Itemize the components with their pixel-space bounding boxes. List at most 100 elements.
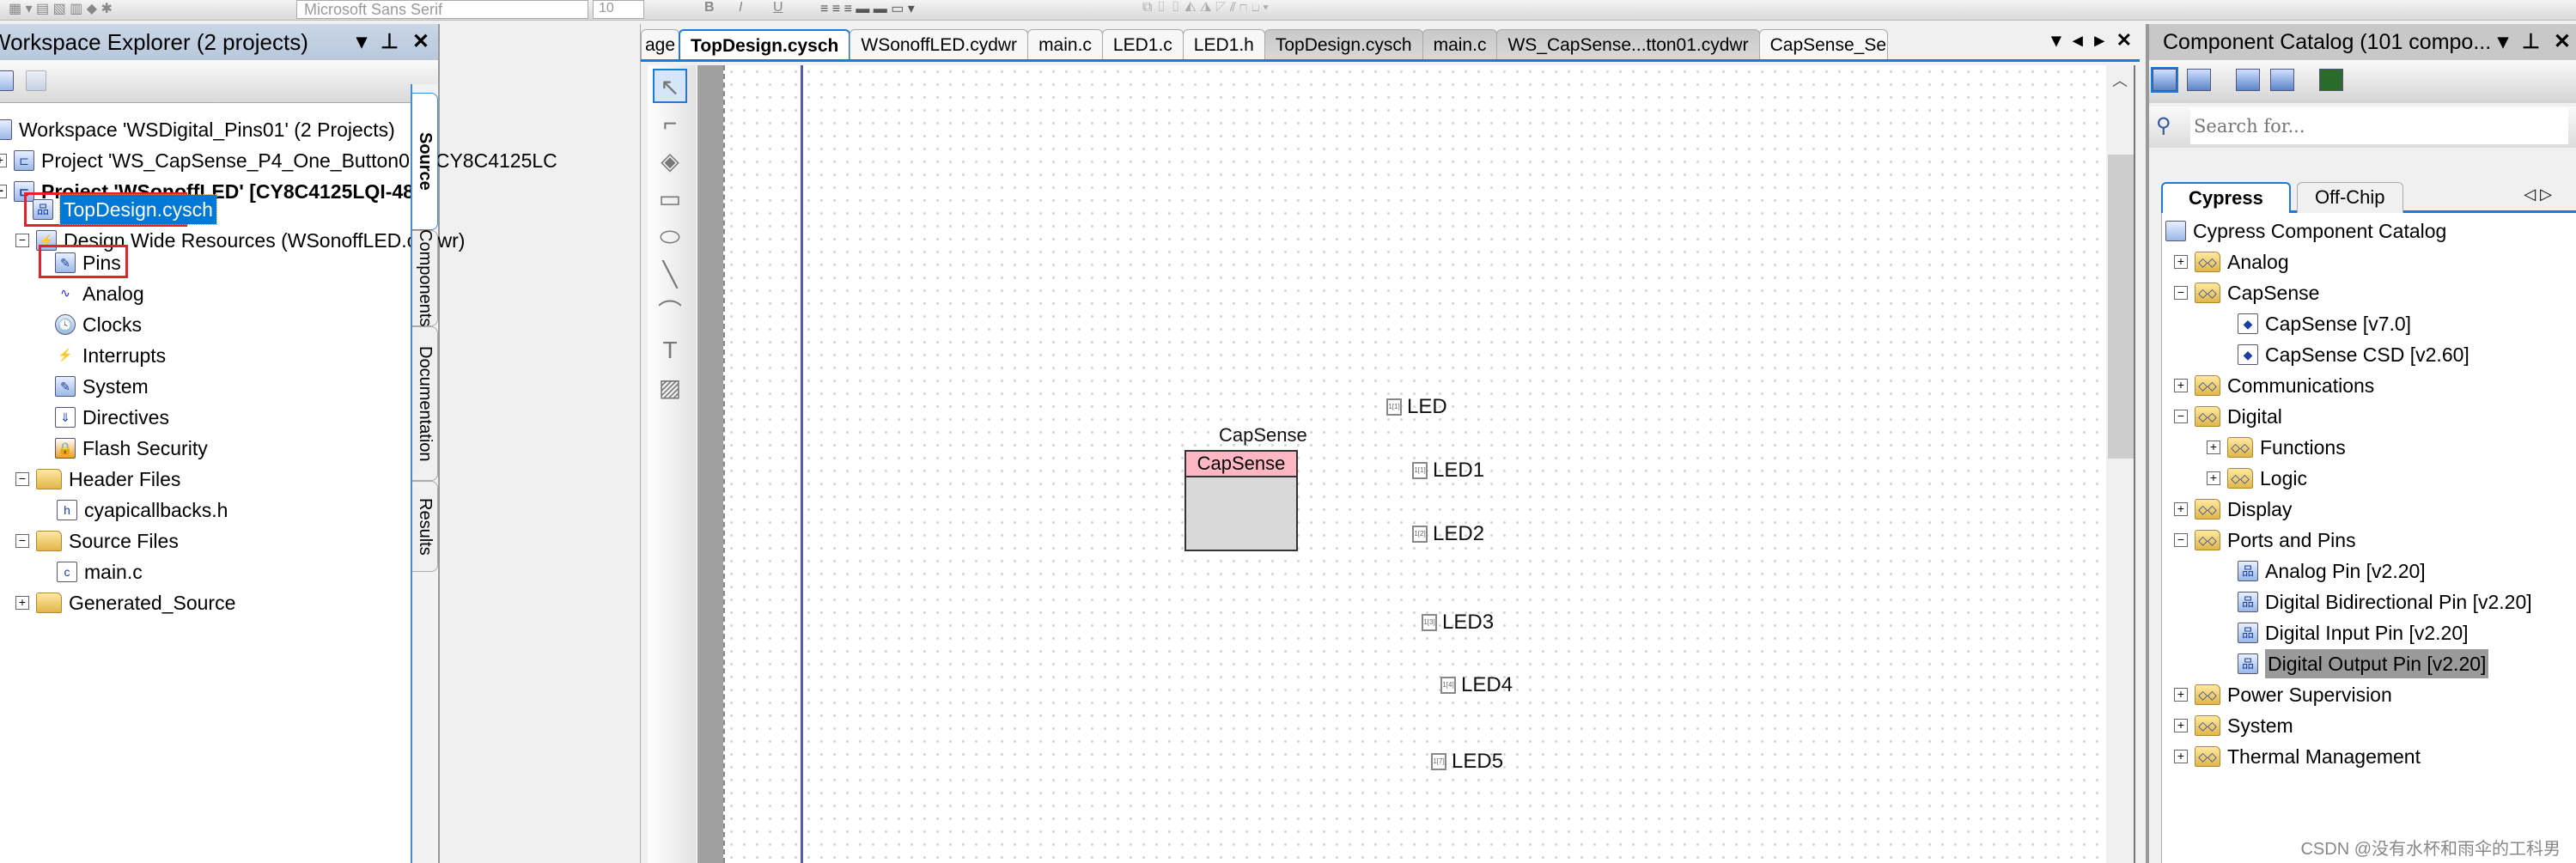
tree-item-power-supervision[interactable]: + ◇◇ Power Supervision — [2174, 680, 2392, 709]
tree-item-capsense[interactable]: − ◇◇ CapSense — [2174, 278, 2319, 307]
tab-topdesign[interactable]: TopDesign.cysch — [679, 29, 851, 59]
schematic-canvas[interactable]: CapSense CapSense 1[1] LED 1[1] LED1 1[2] L… — [723, 65, 2106, 863]
close-icon[interactable]: ✕ — [2554, 24, 2571, 60]
pin-led[interactable]: 1[1] LED — [1386, 395, 1447, 419]
pin-led4[interactable]: 1[4] LED4 — [1440, 673, 1513, 697]
tree-item-pins[interactable]: ✎ Pins — [55, 248, 121, 277]
vertical-scrollbar[interactable]: ︿ — [2106, 65, 2135, 863]
expand-icon[interactable]: + — [2207, 441, 2220, 454]
expand-icon[interactable]: + — [15, 596, 29, 610]
scroll-up-icon[interactable]: ︿ — [2106, 69, 2134, 91]
tree-item-clocks[interactable]: 🕓 Clocks — [55, 310, 142, 339]
collapse-icon[interactable]: − — [2174, 410, 2188, 423]
tree-item-digital[interactable]: − ◇◇ Digital — [2174, 402, 2282, 431]
line-tool-icon[interactable]: ╲ — [653, 258, 687, 292]
font-name-select[interactable]: Microsoft Sans Serif — [296, 0, 588, 19]
arc-tool-icon[interactable]: ⌒ — [653, 295, 687, 330]
tree-item-project[interactable]: +⊏Project 'WS_CapSense_P4_One_Button01' … — [0, 146, 557, 175]
tab-ws-capsense-cydwr[interactable]: WS_CapSense...tton01.cydwr — [1496, 29, 1760, 59]
tree-item-interrupts[interactable]: ⚡ Interrupts — [55, 341, 166, 370]
tab-led1-c[interactable]: LED1.c — [1101, 29, 1184, 59]
font-size-select[interactable]: 10 — [593, 0, 644, 19]
tree-item-flash-security[interactable]: 🔒 Flash Security — [55, 434, 208, 463]
collapse-all-icon[interactable] — [26, 70, 47, 91]
pointer-tool-icon[interactable]: ↖ — [653, 69, 687, 103]
tree-item-capsense-v7[interactable]: ◆ CapSense [v7.0] — [2238, 309, 2411, 338]
tree-item-thermal-management[interactable]: + ◇◇ Thermal Management — [2174, 742, 2421, 771]
expand-all-icon[interactable] — [2235, 69, 2260, 91]
tree-item-communications[interactable]: + ◇◇ Communications — [2174, 371, 2374, 400]
tree-item-logic[interactable]: + ◇◇ Logic — [2207, 464, 2307, 493]
tab-topdesign-2[interactable]: TopDesign.cysch — [1264, 29, 1423, 59]
tree-item-functions[interactable]: + ◇◇ Functions — [2207, 433, 2346, 462]
tab-main-c-2[interactable]: main.c — [1422, 29, 1498, 59]
wire-tool-icon[interactable]: ⌐ — [653, 106, 687, 141]
tree-item-system[interactable]: + ◇◇ System — [2174, 711, 2293, 740]
toolbar-icons[interactable]: ▦ ▾ ▤ ▧ ▥ ◆ ✱ — [9, 0, 113, 19]
image-tool-icon[interactable]: ▨ — [653, 371, 687, 405]
tree-item-topdesign[interactable]: 品 TopDesign.cysch — [33, 194, 217, 225]
tree-item-header-files[interactable]: − Header Files — [15, 465, 180, 494]
tab-wsonoffled-cydwr[interactable]: WSonoffLED.cydwr — [850, 29, 1029, 59]
tree-item-display[interactable]: + ◇◇ Display — [2174, 495, 2292, 524]
tree-item-digital-input-pin[interactable]: 品 Digital Input Pin [v2.20] — [2238, 618, 2469, 647]
tree-item-directives[interactable]: ⇓ Directives — [55, 403, 169, 432]
collapse-icon[interactable]: − — [2174, 286, 2188, 300]
close-icon[interactable]: ✕ — [412, 24, 429, 60]
tab-list-icon[interactable]: ▾ — [2051, 29, 2061, 52]
pin-icon[interactable]: ⊥ — [381, 24, 399, 60]
collapse-icon[interactable]: − — [15, 234, 29, 247]
capsense-component[interactable]: CapSense — [1184, 450, 1298, 551]
align-icons[interactable]: ≡ ≡ ≡ ▬ ▬ ▭ ▾ — [820, 0, 915, 19]
expand-icon[interactable]: + — [2174, 750, 2188, 763]
tab-right-icon[interactable]: ▸ — [2095, 29, 2104, 52]
tree-item-digital-bidirectional-pin[interactable]: 品 Digital Bidirectional Pin [v2.20] — [2238, 587, 2532, 617]
ellipse-tool-icon[interactable]: ⬭ — [653, 220, 687, 254]
side-tab-results[interactable]: Results — [412, 481, 438, 572]
expand-icon[interactable]: + — [0, 154, 7, 167]
underline-button[interactable]: U — [773, 0, 783, 19]
text-tool-icon[interactable]: T — [653, 333, 687, 368]
tab-main-c[interactable]: main.c — [1027, 29, 1103, 59]
collapse-icon[interactable] — [0, 70, 14, 91]
arrange-icons[interactable]: ⧉ ▯ ▯ ◭ ◮ ◸ ⫽ ⊓ ⊔ ▾ — [1142, 0, 1269, 19]
tree-item-source-files[interactable]: − Source Files — [15, 526, 179, 556]
tree-item-ports-and-pins[interactable]: − ◇◇ Ports and Pins — [2174, 526, 2356, 555]
tab-left-icon[interactable]: ◂ — [2073, 29, 2082, 52]
close-tab-icon[interactable]: ✕ — [2116, 29, 2132, 52]
scroll-thumb[interactable] — [2108, 155, 2134, 459]
tree-item-analog[interactable]: + ◇◇ Analog — [2174, 247, 2289, 277]
tree-item-system[interactable]: ✎ System — [55, 372, 149, 401]
dropdown-icon[interactable]: ▾ — [2498, 24, 2508, 60]
collapse-all-icon[interactable] — [2270, 69, 2295, 91]
tree-item-analog[interactable]: ∿ Analog — [55, 279, 144, 308]
expand-icon[interactable]: + — [2174, 502, 2188, 516]
side-tab-source[interactable]: Source — [412, 93, 438, 230]
bold-button[interactable]: B — [704, 0, 715, 19]
tree-item-workspace[interactable]: Workspace 'WSDigital_Pins01' (2 Projects… — [0, 115, 395, 144]
pin-led1[interactable]: 1[1] LED1 — [1412, 459, 1484, 483]
side-tab-documentation[interactable]: Documentation — [412, 326, 438, 481]
dropdown-icon[interactable]: ▾ — [356, 24, 367, 60]
tree-item-digital-output-pin[interactable]: 品 Digital Output Pin [v2.20] — [2238, 649, 2489, 678]
tab-led1-h[interactable]: LED1.h — [1182, 29, 1265, 59]
book-icon[interactable] — [2187, 69, 2212, 91]
tree-item-root[interactable]: Cypress Component Catalog — [2165, 216, 2446, 246]
side-tab-components[interactable]: Components — [412, 229, 438, 327]
search-input[interactable] — [2190, 108, 2568, 144]
tab-capsense-sens[interactable]: CapSense_Sens — [1758, 29, 1888, 59]
rectangle-tool-icon[interactable]: ▭ — [653, 182, 687, 216]
tree-item-cyapicallbacks[interactable]: h cyapicallbacks.h — [57, 495, 228, 525]
component-tool-icon[interactable]: ◈ — [653, 144, 687, 179]
expand-icon[interactable]: + — [2174, 688, 2188, 702]
expand-icon[interactable]: + — [2174, 719, 2188, 732]
tree-item-main-c[interactable]: c main.c — [57, 557, 143, 586]
filter-icon[interactable] — [2151, 67, 2178, 93]
tree-item-capsense-csd[interactable]: ◆ CapSense CSD [v2.60] — [2238, 340, 2469, 369]
tab-off-chip[interactable]: Off-Chip — [2297, 182, 2403, 213]
tab-page[interactable]: age — [641, 29, 680, 59]
collapse-icon[interactable]: − — [15, 472, 29, 486]
chip-icon[interactable] — [2318, 69, 2343, 91]
pin-led2[interactable]: 1[2] LED2 — [1412, 522, 1484, 546]
tree-item-analog-pin[interactable]: 品 Analog Pin [v2.20] — [2238, 556, 2426, 586]
